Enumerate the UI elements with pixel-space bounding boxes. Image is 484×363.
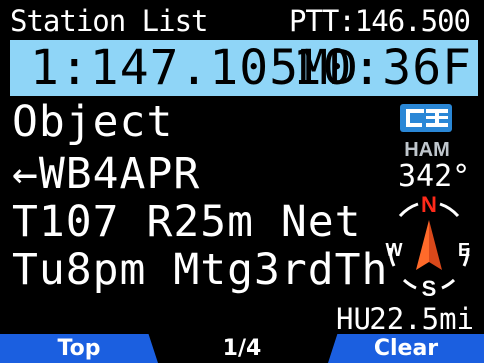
screen-title: Station List bbox=[10, 4, 209, 38]
compass-north: N bbox=[421, 192, 437, 217]
clock-time: 10:36F bbox=[292, 40, 472, 96]
station-comment-1: T107 R25m Net bbox=[12, 197, 362, 247]
compass-icon: N S W E bbox=[386, 192, 471, 300]
page-indicator: 1/4 bbox=[172, 334, 312, 363]
station-comment-2: Tu8pm Mtg3rdTh bbox=[12, 245, 389, 295]
bearing-pointer-right bbox=[429, 220, 442, 270]
ptt-frequency: PTT:146.500 bbox=[288, 4, 471, 38]
grid-locator: HU bbox=[336, 302, 371, 336]
frequency-bar: 1:147.105MD 10:36F bbox=[10, 40, 478, 96]
logo-text: HAM bbox=[404, 139, 450, 161]
softkey-bar: Top 1/4 Clear bbox=[0, 334, 484, 363]
distance: 22.5mi bbox=[369, 302, 474, 336]
station-source: ←WB4APR bbox=[12, 149, 201, 199]
station-type: Object bbox=[12, 97, 174, 147]
radio-display: Station List PTT:146.500 1:147.105MD 10:… bbox=[0, 0, 484, 363]
compass-west: W bbox=[386, 240, 403, 260]
compass-east: E bbox=[458, 240, 470, 260]
softkey-clear[interactable]: Clear bbox=[328, 334, 484, 363]
ham-logo-icon: HAM bbox=[400, 104, 452, 161]
header: Station List PTT:146.500 bbox=[10, 2, 478, 40]
softkey-top[interactable]: Top bbox=[0, 334, 158, 363]
bearing: 342° bbox=[398, 159, 471, 194]
compass-south: S bbox=[422, 276, 437, 300]
bearing-pointer-left bbox=[416, 220, 429, 270]
